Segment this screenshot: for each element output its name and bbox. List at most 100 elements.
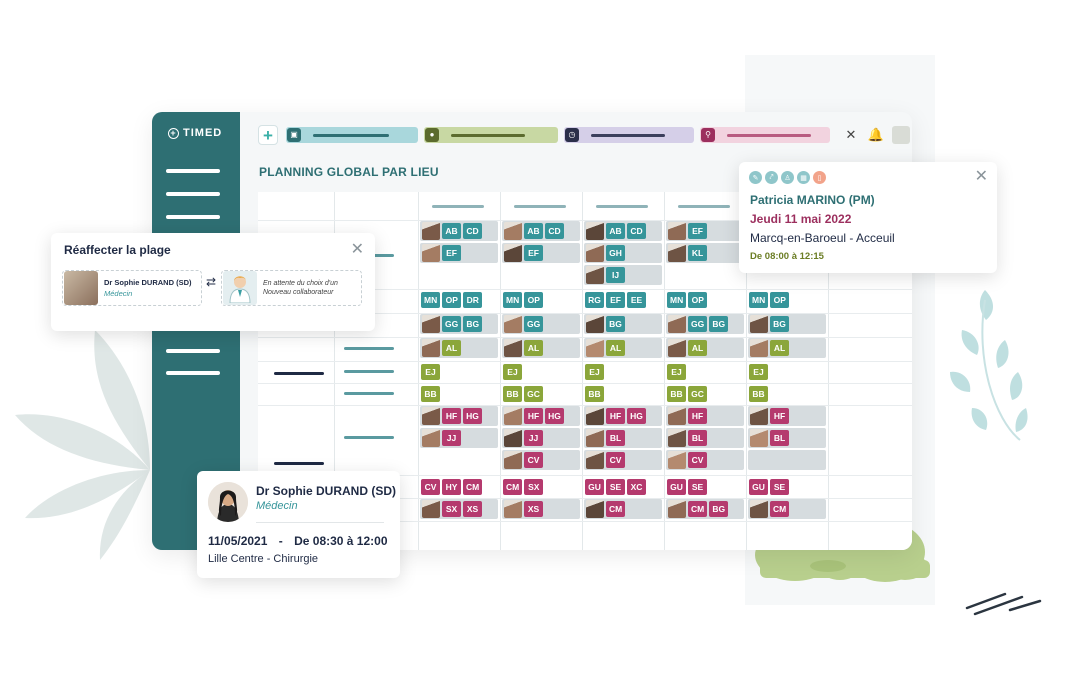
staff-initials-badge[interactable]: AL [442, 340, 461, 356]
planning-slot[interactable]: BB [584, 384, 662, 404]
resource-label[interactable] [344, 436, 394, 439]
planning-slot[interactable]: CM [748, 499, 826, 519]
sidebar-item-2[interactable] [166, 192, 220, 196]
staff-initials-badge[interactable]: SE [688, 479, 707, 495]
planning-slot[interactable]: SX XS [420, 499, 498, 519]
sidebar-item-3[interactable] [166, 215, 220, 219]
planning-slot[interactable]: CV HY CM [420, 477, 498, 497]
planning-slot[interactable]: BL [584, 428, 662, 448]
day-header[interactable] [514, 205, 566, 208]
staff-initials-badge[interactable]: HG [627, 408, 646, 424]
planning-slot[interactable]: AL [666, 338, 744, 358]
staff-initials-badge[interactable]: GU [585, 479, 604, 495]
staff-initials-badge[interactable]: AL [688, 340, 707, 356]
planning-slot[interactable]: MN OP [502, 290, 580, 310]
planning-slot[interactable]: CM BG [666, 499, 744, 519]
planning-slot[interactable]: EF [502, 243, 580, 263]
staff-initials-badge[interactable]: HG [545, 408, 564, 424]
planning-slot[interactable]: BG [748, 314, 826, 334]
planning-slot[interactable]: BL [666, 428, 744, 448]
user-icon[interactable]: ♙ [781, 171, 794, 184]
staff-initials-badge[interactable]: EF [688, 223, 707, 239]
planning-slot[interactable]: BB GC [666, 384, 744, 404]
staff-initials-badge[interactable]: MN [421, 292, 441, 308]
staff-initials-badge[interactable]: HG [463, 408, 482, 424]
planning-slot[interactable]: EJ [666, 362, 744, 382]
staff-initials-badge[interactable]: GG [442, 316, 462, 332]
planning-slot[interactable]: AB CD [584, 221, 662, 241]
staff-initials-badge[interactable]: KL [688, 245, 707, 261]
staff-initials-badge[interactable]: DR [463, 292, 483, 308]
staff-initials-badge[interactable]: SE [606, 479, 625, 495]
staff-initials-badge[interactable]: CV [606, 452, 625, 468]
planning-slot[interactable]: CM SX [502, 477, 580, 497]
staff-initials-badge[interactable]: EF [606, 292, 625, 308]
staff-initials-badge[interactable]: GH [606, 245, 625, 261]
planning-slot[interactable]: BG [584, 314, 662, 334]
staff-initials-badge[interactable]: CM [770, 501, 790, 517]
bell-icon[interactable]: 🔔 [867, 126, 885, 144]
staff-initials-badge[interactable]: AL [770, 340, 789, 356]
day-header[interactable] [432, 205, 484, 208]
planning-slot[interactable]: EF [420, 243, 498, 263]
staff-initials-badge[interactable]: CM [463, 479, 483, 495]
tools-icon[interactable]: ✕ [842, 126, 860, 144]
location-group-label[interactable] [274, 372, 324, 375]
staff-initials-badge[interactable]: CD [463, 223, 482, 239]
staff-initials-badge[interactable]: GG [688, 316, 708, 332]
planning-slot[interactable]: KL [666, 243, 744, 263]
staff-initials-badge[interactable]: GG [524, 316, 544, 332]
planning-slot[interactable]: CV [502, 450, 580, 470]
planning-slot[interactable]: CM [584, 499, 662, 519]
staff-initials-badge[interactable]: MN [749, 292, 769, 308]
planning-slot[interactable]: BL [748, 428, 826, 448]
new-assignee-slot[interactable]: En attente du choix d'un Nouveau collabo… [221, 270, 362, 306]
staff-initials-badge[interactable]: BL [770, 430, 789, 446]
planning-slot[interactable]: XS [502, 499, 580, 519]
staff-initials-badge[interactable]: CV [524, 452, 543, 468]
staff-initials-badge[interactable]: CM [688, 501, 708, 517]
staff-initials-badge[interactable]: AB [524, 223, 543, 239]
filter-location[interactable]: ⚲ [700, 127, 830, 143]
user-avatar[interactable] [892, 126, 910, 144]
filter-clock[interactable]: ◷ [564, 127, 694, 143]
link-icon[interactable]: ⤤ [765, 171, 778, 184]
planning-slot[interactable]: AB CD [502, 221, 580, 241]
staff-initials-badge[interactable]: OP [688, 292, 708, 308]
staff-initials-badge[interactable]: SX [442, 501, 461, 517]
app-logo[interactable]: + TIMED [168, 127, 222, 139]
staff-initials-badge[interactable]: BB [421, 386, 440, 402]
staff-initials-badge[interactable]: EJ [585, 364, 604, 380]
swap-arrows-icon[interactable]: ⇄ [206, 276, 216, 288]
day-header[interactable] [678, 205, 730, 208]
planning-slot[interactable]: JJ [420, 428, 498, 448]
staff-initials-badge[interactable]: GC [524, 386, 543, 402]
planning-slot[interactable]: HF HG [420, 406, 498, 426]
staff-initials-badge[interactable]: JJ [524, 430, 543, 446]
planning-slot[interactable]: IJ [584, 265, 662, 285]
planning-slot[interactable]: HF [666, 406, 744, 426]
sidebar-item-1[interactable] [166, 169, 220, 173]
sidebar-item-5[interactable] [166, 371, 220, 375]
staff-initials-badge[interactable]: AL [524, 340, 543, 356]
planning-slot[interactable]: GU SE XC [584, 477, 662, 497]
staff-initials-badge[interactable]: BL [606, 430, 625, 446]
planning-slot[interactable]: CV [584, 450, 662, 470]
planning-slot[interactable]: AB CD [420, 221, 498, 241]
planning-slot[interactable]: GU SE [666, 477, 744, 497]
staff-initials-badge[interactable]: BL [688, 430, 707, 446]
staff-initials-badge[interactable]: EJ [503, 364, 522, 380]
planning-slot[interactable]: CV [666, 450, 744, 470]
staff-initials-badge[interactable]: XC [627, 479, 646, 495]
resource-label[interactable] [344, 347, 394, 350]
planning-slot[interactable]: HF [748, 406, 826, 426]
planning-slot[interactable]: EJ [420, 362, 498, 382]
staff-initials-badge[interactable]: EJ [667, 364, 686, 380]
add-button[interactable]: + [258, 125, 278, 145]
staff-initials-badge[interactable]: GU [667, 479, 686, 495]
staff-initials-badge[interactable]: AL [606, 340, 625, 356]
planning-slot[interactable]: EJ [584, 362, 662, 382]
planning-slot[interactable]: BB [420, 384, 498, 404]
planning-slot[interactable]: EJ [502, 362, 580, 382]
resource-label[interactable] [344, 370, 394, 373]
